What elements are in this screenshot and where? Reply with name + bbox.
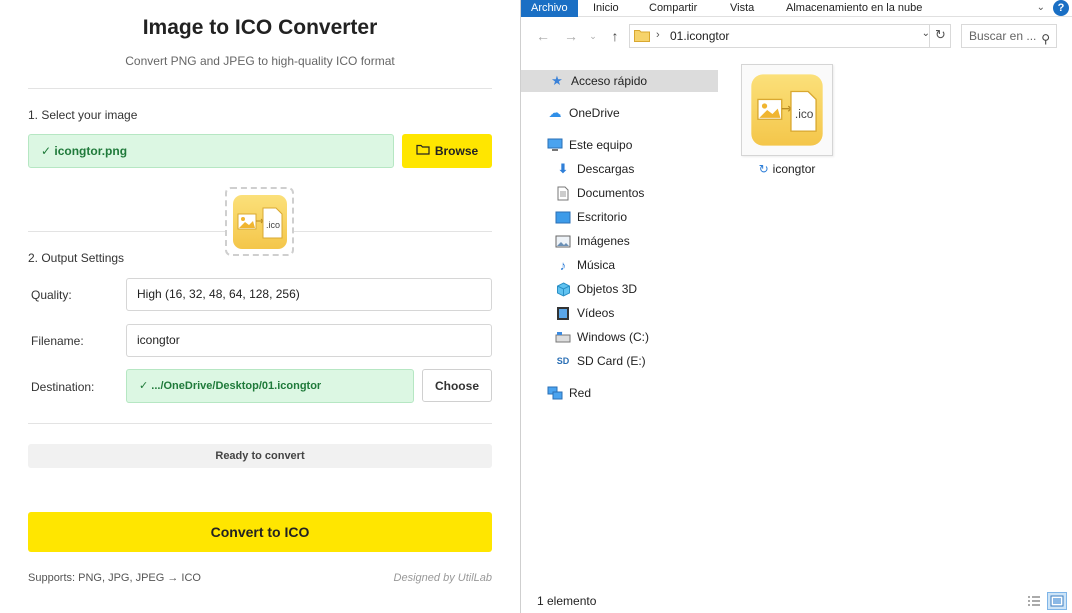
file-list: .ico ↻ icongtor — [721, 62, 1071, 582]
page-title: Image to ICO Converter — [142, 16, 378, 39]
sidebar-item-onedrive[interactable]: ☁ OneDrive — [547, 102, 620, 124]
tab-compartir[interactable]: Compartir — [649, 0, 697, 17]
sidebar-item-label: Documentos — [577, 186, 645, 200]
status-bar: Ready to convert — [28, 444, 492, 468]
sidebar-item-documentos[interactable]: Documentos — [555, 182, 644, 204]
browse-button-label: Browse — [434, 144, 479, 158]
address-path: 01.icongtor — [670, 29, 730, 43]
network-icon — [547, 385, 563, 401]
page-subtitle: Convert PNG and JPEG to high-quality ICO… — [125, 54, 395, 68]
sidebar-item-label: Imágenes — [577, 234, 630, 248]
up-button[interactable]: ↑ — [605, 24, 625, 48]
svg-text:.ico: .ico — [795, 107, 814, 121]
navigation-pane: ★ Acceso rápido ☁ OneDrive Este equipo ⬇… — [521, 62, 718, 582]
search-icon: ⚲ — [1041, 32, 1050, 46]
star-icon: ★ — [551, 73, 563, 88]
sidebar-item-objetos-3d[interactable]: Objetos 3D — [555, 278, 637, 300]
step2-label: 2. Output Settings — [28, 251, 125, 265]
tab-vista[interactable]: Vista — [730, 0, 754, 17]
address-bar[interactable]: › 01.icongtor ⌄ — [629, 24, 951, 48]
sidebar-item-acceso-rapido[interactable]: ★ Acceso rápido — [521, 70, 718, 92]
selected-file-display: ✓ icongtor.png — [28, 134, 394, 168]
video-icon — [555, 305, 571, 321]
ribbon-expand-icon[interactable]: ⌄ — [1037, 0, 1045, 16]
tab-inicio[interactable]: Inicio — [593, 0, 619, 17]
folder-icon — [634, 30, 650, 42]
tab-almacenamiento[interactable]: Almacenamiento en la nube — [786, 0, 922, 17]
sidebar-item-label: OneDrive — [569, 106, 620, 120]
folder-icon — [416, 144, 430, 158]
converter-app: Image to ICO Converter Convert PNG and J… — [0, 0, 520, 613]
refresh-icon[interactable]: ↻ — [929, 24, 951, 48]
image-icon — [555, 233, 571, 249]
sidebar-item-label: Red — [569, 386, 592, 400]
quality-select[interactable]: High (16, 32, 48, 64, 128, 256) — [126, 278, 492, 311]
item-count: 1 elemento — [537, 594, 597, 608]
sidebar-item-label: Objetos 3D — [577, 282, 638, 296]
download-icon: ⬇ — [557, 161, 569, 176]
step1-label: 1. Select your image — [28, 108, 138, 122]
ico-file-icon: .ico — [751, 74, 823, 146]
filename-label: Filename: — [31, 334, 84, 348]
document-icon — [555, 185, 571, 201]
file-thumbnail: .ico — [741, 64, 833, 156]
credit-text: Designed by UtilLab — [393, 572, 492, 584]
sidebar-item-label: Acceso rápido — [571, 74, 648, 88]
filename-input[interactable]: icongtor — [126, 324, 492, 357]
music-icon: ♪ — [559, 257, 567, 273]
sidebar-item-label: Descargas — [577, 162, 635, 176]
sidebar-item-label: Vídeos — [577, 306, 615, 320]
search-placeholder: Buscar en ... — [969, 29, 1037, 43]
recent-locations-icon[interactable]: ⌄ — [583, 24, 603, 48]
divider — [28, 423, 492, 424]
sidebar-item-sd-card[interactable]: SD SD Card (E:) — [555, 350, 646, 372]
forward-button[interactable]: → — [561, 24, 581, 48]
sidebar-item-windows-c[interactable]: Windows (C:) — [555, 326, 649, 348]
file-item-icongtor[interactable]: .ico ↻ icongtor — [741, 64, 833, 176]
large-icons-view-icon[interactable] — [1047, 592, 1067, 610]
sidebar-item-label: Escritorio — [577, 210, 628, 224]
file-name: ↻ icongtor — [741, 162, 833, 176]
sidebar-item-escritorio[interactable]: Escritorio — [555, 206, 627, 228]
sidebar-item-imagenes[interactable]: Imágenes — [555, 230, 630, 252]
sidebar-item-label: SD Card (E:) — [577, 354, 646, 368]
destination-label: Destination: — [31, 380, 95, 394]
back-button[interactable]: ← — [533, 24, 553, 48]
sidebar-item-label: Windows (C:) — [577, 330, 650, 344]
ico-converter-logo-icon: .ico — [232, 194, 287, 249]
quality-label: Quality: — [31, 288, 72, 302]
status-bar-explorer: 1 elemento — [521, 590, 1072, 613]
choose-button[interactable]: Choose — [422, 369, 492, 402]
drive-icon — [555, 329, 571, 345]
sync-icon: ↻ — [758, 162, 769, 176]
sidebar-item-label: Música — [577, 258, 616, 272]
tab-archivo[interactable]: Archivo — [521, 0, 578, 17]
sidebar-item-descargas[interactable]: ⬇ Descargas — [555, 158, 635, 180]
sidebar-item-red[interactable]: Red — [547, 382, 591, 404]
help-icon[interactable]: ? — [1053, 0, 1069, 16]
desktop-icon — [555, 209, 571, 225]
divider — [28, 88, 492, 89]
chevron-right-icon: › — [656, 29, 660, 41]
supports-text: Supports: PNG, JPG, JPEG → ICO — [28, 572, 201, 584]
sidebar-item-este-equipo[interactable]: Este equipo — [547, 134, 632, 156]
search-input[interactable]: Buscar en ... ⚲ — [961, 24, 1057, 48]
sd-card-icon: SD — [556, 356, 570, 366]
cube-icon — [555, 281, 571, 297]
destination-display: ✓ .../OneDrive/Desktop/01.icongtor — [126, 369, 414, 403]
convert-button[interactable]: Convert to ICO — [28, 512, 492, 552]
ribbon: Archivo Inicio Compartir Vista Almacenam… — [521, 0, 1072, 17]
image-preview: .ico — [225, 187, 294, 256]
details-view-icon[interactable] — [1024, 592, 1044, 610]
file-name-label: icongtor — [772, 162, 816, 176]
sidebar-item-musica[interactable]: ♪ Música — [555, 254, 615, 276]
browse-button[interactable]: Browse — [402, 134, 492, 168]
sidebar-item-videos[interactable]: Vídeos — [555, 302, 614, 324]
svg-text:.ico: .ico — [266, 220, 280, 230]
sidebar-item-label: Este equipo — [569, 138, 633, 152]
computer-icon — [547, 137, 563, 153]
file-explorer-window: Archivo Inicio Compartir Vista Almacenam… — [520, 0, 1072, 613]
cloud-icon: ☁ — [548, 105, 562, 120]
